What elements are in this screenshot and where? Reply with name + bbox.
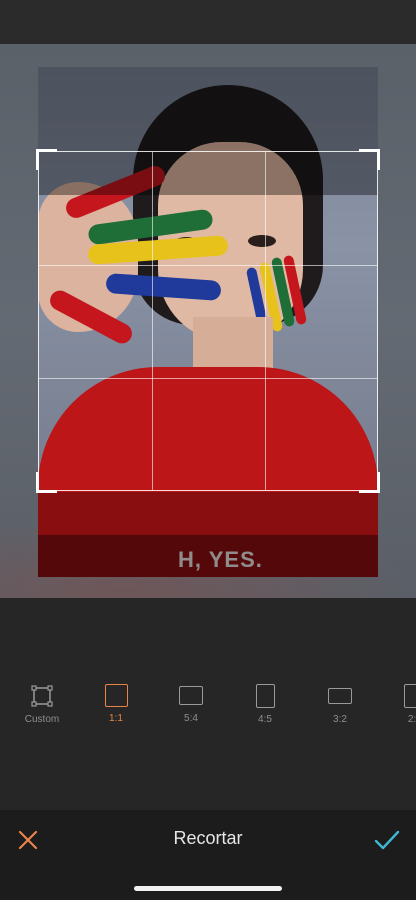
- crop-grid-line: [152, 152, 153, 490]
- ratio-label: 3:2: [333, 714, 347, 725]
- ratio-4-5-icon: [255, 684, 275, 708]
- home-indicator: [134, 886, 282, 891]
- ratio-option-5-4[interactable]: 5:4: [161, 684, 221, 724]
- crop-handle-bottom-left[interactable]: [36, 472, 57, 493]
- ratio-label: Custom: [24, 714, 60, 725]
- crop-handle-bottom-right[interactable]: [359, 472, 380, 493]
- ratio-option-1-1[interactable]: 1:1: [86, 684, 146, 724]
- ratio-option-3-2[interactable]: 3:2: [310, 684, 370, 725]
- crop-editor-canvas[interactable]: H, YES.: [0, 44, 416, 598]
- crop-handle-top-left[interactable]: [36, 149, 57, 170]
- ratio-label: 4:5: [258, 714, 272, 725]
- ratio-label: 1:1: [109, 713, 123, 724]
- ratio-3-2-icon: [328, 688, 352, 704]
- square-icon: [104, 684, 128, 707]
- ratio-label: 5:4: [184, 713, 198, 724]
- ratio-5-4-icon: [179, 686, 203, 705]
- crop-frame[interactable]: [36, 149, 380, 493]
- ratio-2-3-icon: [404, 684, 416, 708]
- check-icon: [374, 830, 400, 850]
- crop-grid-line: [39, 378, 377, 379]
- aspect-ratio-bar: Custom 1:1 5:4 4:5 3:2 2:: [0, 670, 416, 730]
- ratio-option-4-5[interactable]: 4:5: [235, 684, 295, 725]
- crop-grid-line: [265, 152, 266, 490]
- top-bar: [0, 0, 416, 44]
- crop-handle-top-right[interactable]: [359, 149, 380, 170]
- ratio-option-2-3[interactable]: 2:: [382, 684, 416, 725]
- screen-title: Recortar: [173, 828, 243, 848]
- crop-grid-line: [39, 265, 377, 266]
- ratio-label: 2:: [407, 714, 416, 725]
- crop-shade-bottom: [38, 535, 378, 577]
- custom-crop-icon: [30, 684, 54, 708]
- bottom-action-bar: Recortar: [0, 810, 416, 900]
- ratio-option-custom[interactable]: Custom: [12, 684, 72, 725]
- confirm-button[interactable]: [372, 826, 402, 854]
